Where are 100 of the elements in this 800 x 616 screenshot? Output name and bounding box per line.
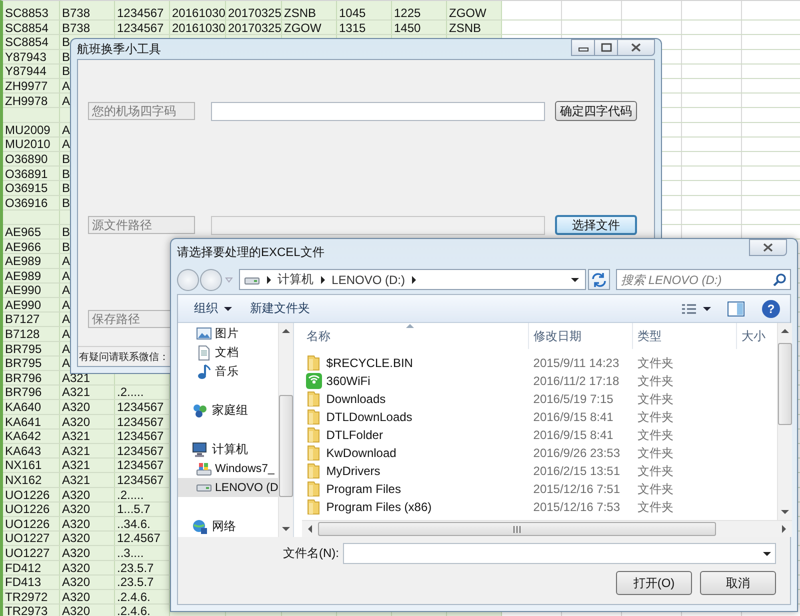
table-cell: A: [62, 122, 70, 137]
column-header[interactable]: 大小: [737, 323, 778, 349]
table-cell: A320: [62, 546, 90, 560]
search-field[interactable]: 搜索 LENOVO (D:): [616, 269, 792, 290]
help-button[interactable]: ?: [762, 300, 780, 318]
table-cell: O36891: [5, 166, 48, 181]
folder-icon: [306, 409, 322, 425]
file-name[interactable]: Downloads: [326, 392, 386, 406]
filename-field[interactable]: [343, 543, 776, 564]
close-button[interactable]: [749, 239, 787, 256]
column-header[interactable]: 类型: [633, 323, 738, 349]
forward-button[interactable]: [200, 268, 222, 290]
address-bar[interactable]: 计算机 LENOVO (D:): [238, 269, 586, 290]
file-name[interactable]: $RECYCLE.BIN: [326, 356, 413, 370]
table-cell: AE989: [5, 268, 42, 283]
table-cell-text: 文件夹: [636, 354, 674, 372]
column-header[interactable]: 修改日期: [529, 323, 634, 349]
folder-icon: [306, 391, 322, 407]
file-name[interactable]: KwDownload: [326, 446, 396, 460]
nav-item[interactable]: LENOVO (D: [178, 478, 278, 497]
table-cell: B: [62, 196, 70, 210]
breadcrumb[interactable]: LENOVO (D:): [332, 272, 405, 286]
table-cell: 1...5.7: [117, 502, 150, 516]
column-header[interactable]: 名称: [302, 323, 530, 349]
new-folder-button[interactable]: 新建文件夹: [244, 297, 316, 320]
open-button[interactable]: 打开(O): [616, 571, 692, 595]
table-cell: B: [62, 152, 70, 166]
network-icon: [192, 518, 208, 534]
table-cell: B: [62, 35, 70, 50]
table-cell: 1234567: [117, 473, 164, 487]
table-cell: AE989: [5, 254, 42, 268]
table-cell: .2.....: [117, 385, 144, 400]
table-cell: KA642: [5, 429, 42, 444]
nav-item[interactable]: 计算机: [178, 440, 278, 459]
scrollbar[interactable]: [777, 323, 792, 520]
scroll-thumb[interactable]: [318, 522, 716, 536]
file-name[interactable]: 360WiFi: [326, 374, 370, 388]
refresh-button[interactable]: [588, 269, 610, 290]
table-cell: 12.4567: [117, 531, 160, 546]
table-cell: 1234567: [117, 400, 164, 414]
table-cell-text: 2016/11/2 17:18: [532, 374, 620, 388]
table-cell: .2.4.6.: [117, 604, 150, 616]
scroll-thumb[interactable]: [279, 395, 294, 497]
table-cell: A320: [62, 604, 90, 616]
table-cell: 20161030: [172, 6, 226, 20]
nav-item[interactable]: 网络: [178, 517, 278, 536]
table-cell: BR795: [5, 356, 42, 370]
table-cell: 1234567: [117, 6, 164, 20]
push-button[interactable]: 选择文件: [555, 215, 637, 235]
label-box: 源文件路径: [88, 216, 195, 234]
nav-item[interactable]: 文档: [178, 343, 278, 362]
table-cell-text: 2015/9/11 14:23: [532, 356, 620, 370]
minimize-button[interactable]: [571, 39, 595, 56]
scrollbar[interactable]: [302, 520, 792, 537]
maximize-icon: [600, 43, 612, 52]
search-icon: [773, 273, 786, 286]
table-cell: ZSNB: [449, 20, 482, 35]
right-arrow-icon: [782, 525, 786, 533]
text-field[interactable]: [211, 102, 545, 120]
table-cell: A: [62, 327, 70, 342]
breadcrumb[interactable]: 计算机: [278, 271, 314, 288]
file-name[interactable]: DTLFolder: [326, 428, 383, 442]
push-button[interactable]: 确定四字代码: [555, 101, 637, 121]
window-title: 请选择要处理的EXCEL文件: [177, 244, 324, 260]
table-cell-text: 文件夹: [636, 498, 674, 516]
close-button[interactable]: [617, 39, 655, 56]
table-cell: AE990: [5, 283, 42, 298]
table-cell: .23.5.7: [117, 575, 154, 590]
nav-item[interactable]: Windows7_: [178, 459, 278, 478]
pictures-icon: [196, 326, 212, 342]
table-cell: UO1227: [5, 546, 50, 560]
table-cell: A: [62, 268, 70, 283]
system-drive-icon: [196, 460, 212, 476]
maximize-button[interactable]: [594, 39, 618, 56]
up-arrow-icon: [282, 329, 290, 333]
table-cell-text: 文件夹: [636, 462, 674, 480]
cancel-button[interactable]: 取消: [700, 571, 776, 595]
nav-item[interactable]: 家庭组: [178, 401, 278, 420]
chevron-icon: [266, 276, 272, 284]
scrollbar[interactable]: [278, 323, 294, 537]
caret-icon: [703, 306, 711, 310]
file-name[interactable]: Program Files: [326, 482, 401, 496]
back-button[interactable]: [177, 268, 199, 290]
table-cell: B738: [62, 6, 90, 20]
scroll-thumb[interactable]: [778, 343, 792, 425]
table-cell: A320: [62, 414, 90, 429]
sort-arrow-icon: [406, 324, 414, 328]
file-name[interactable]: DTLDownLoads: [326, 410, 412, 424]
up-arrow-icon: [781, 329, 790, 333]
table-cell: SC8854: [5, 20, 48, 35]
folder-icon: [306, 481, 322, 497]
table-cell: UO1226: [5, 502, 50, 516]
file-name[interactable]: MyDrivers: [326, 464, 380, 478]
table-cell: A320: [62, 516, 90, 531]
table-cell-text: 文件夹: [636, 426, 674, 444]
table-cell: BR796: [5, 370, 42, 385]
table-cell: TR2973: [5, 604, 48, 616]
table-cell: B738: [62, 20, 90, 35]
nav-item[interactable]: 音乐: [178, 362, 278, 381]
file-name[interactable]: Program Files (x86): [326, 500, 432, 514]
